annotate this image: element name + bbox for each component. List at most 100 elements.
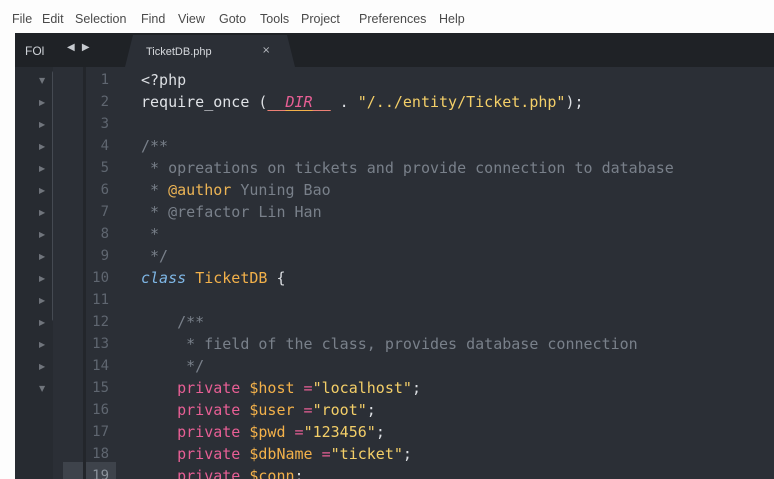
code-token: private xyxy=(141,379,250,397)
folder-collapsed-icon[interactable]: ▶ xyxy=(39,362,49,372)
code-token: /** xyxy=(141,137,169,155)
code-token: */ xyxy=(141,357,205,375)
menu-file[interactable]: File xyxy=(12,12,32,26)
code-line: private $user ="root"; xyxy=(141,399,376,421)
line-number: 3 xyxy=(100,116,109,132)
tab-bar: ◀ ▶ TicketDB.php × xyxy=(53,33,774,67)
folder-expanded-icon[interactable]: ▼ xyxy=(39,384,49,394)
sidebar-title[interactable]: FOl xyxy=(15,33,53,67)
tab-ticketdb[interactable]: TicketDB.php × xyxy=(125,35,295,67)
code-token: ; xyxy=(294,467,304,479)
code-token: * field of the class, provides database … xyxy=(141,335,638,353)
menu-help[interactable]: Help xyxy=(439,12,465,26)
code-token: /** xyxy=(141,313,205,331)
folder-collapsed-icon[interactable]: ▶ xyxy=(39,208,49,218)
code-token: "/../entity/Ticket.php" xyxy=(357,93,566,111)
folder-collapsed-icon[interactable]: ▶ xyxy=(39,252,49,262)
folder-collapsed-icon[interactable]: ▶ xyxy=(39,230,49,240)
folder-expanded-icon[interactable]: ▼ xyxy=(39,76,49,86)
folder-collapsed-icon[interactable]: ▶ xyxy=(39,296,49,306)
code-line: */ xyxy=(141,355,204,377)
line-number: 8 xyxy=(100,226,109,242)
menu-bar: File Edit Selection Find View Goto Tools… xyxy=(0,0,774,33)
line-number: 18 xyxy=(92,446,109,462)
line-number-gutter: 1 2 3 4 5 6 7 8 9 10 11 12 13 14 15 16 17 18 19 xyxy=(53,67,123,479)
code-token: */ xyxy=(141,247,169,265)
code-token: private xyxy=(141,423,250,441)
code-token: ); xyxy=(565,93,584,111)
line-number: 19 xyxy=(92,468,109,479)
code-line: private $conn; xyxy=(141,465,304,479)
menu-view[interactable]: View xyxy=(178,12,205,26)
code-token: private xyxy=(141,445,250,463)
folder-collapsed-icon[interactable]: ▶ xyxy=(39,318,49,328)
line-number: 2 xyxy=(100,94,109,110)
code-line: * opreations on tickets and provide conn… xyxy=(141,157,674,179)
menu-edit[interactable]: Edit xyxy=(42,12,64,26)
close-icon[interactable]: × xyxy=(262,45,270,56)
line-number: 17 xyxy=(92,424,109,440)
menu-preferences[interactable]: Preferences xyxy=(359,12,426,26)
line-number: 11 xyxy=(92,292,109,308)
code-token: private xyxy=(141,467,250,479)
line-number: 1 xyxy=(100,72,109,88)
folder-collapsed-icon[interactable]: ▶ xyxy=(39,120,49,130)
code-line: /** xyxy=(141,311,204,333)
tab-nav-arrows-icon[interactable]: ◀ ▶ xyxy=(67,42,92,53)
code-line: class TicketDB { xyxy=(141,267,286,289)
code-line: require_once (__DIR__ . "/../entity/Tick… xyxy=(141,91,584,113)
menu-tools[interactable]: Tools xyxy=(260,12,289,26)
code-token: * xyxy=(141,181,169,199)
folder-collapsed-icon[interactable]: ▶ xyxy=(39,164,49,174)
code-token: "ticket" xyxy=(330,445,403,463)
code-token: "localhost" xyxy=(312,379,412,397)
code-line: private $pwd ="123456"; xyxy=(141,421,385,443)
menu-project[interactable]: Project xyxy=(301,12,340,26)
line-number: 7 xyxy=(100,204,109,220)
code-line: * xyxy=(141,223,159,245)
code-token: @author xyxy=(168,181,232,199)
code-token: $user xyxy=(249,401,295,419)
code-line: /** xyxy=(141,135,168,157)
line-number: 13 xyxy=(92,336,109,352)
sidebar: FOl ▼ ▶ ▶ ▶ ▶ ▶ ▶ ▶ ▶ ▶ ▶ ▶ ▶ ▶ ▼ xyxy=(15,33,57,479)
code-line: */ xyxy=(141,245,168,267)
folder-collapsed-icon[interactable]: ▶ xyxy=(39,340,49,350)
menu-selection[interactable]: Selection xyxy=(75,12,126,26)
folder-collapsed-icon[interactable]: ▶ xyxy=(39,186,49,196)
menu-goto[interactable]: Goto xyxy=(219,12,246,26)
line-number: 14 xyxy=(92,358,109,374)
gutter-divider xyxy=(83,67,86,479)
code-line: private $dbName ="ticket"; xyxy=(141,443,412,465)
code-token: $host xyxy=(249,379,295,397)
code-token: $dbName xyxy=(249,445,313,463)
code-token: = xyxy=(294,401,313,419)
line-number: 6 xyxy=(100,182,109,198)
code-line: <?php xyxy=(141,69,186,91)
folder-collapsed-icon[interactable]: ▶ xyxy=(39,274,49,284)
line-number: 16 xyxy=(92,402,109,418)
code-line: * field of the class, provides database … xyxy=(141,333,638,355)
code-token: <?php xyxy=(141,71,187,89)
code-token: { xyxy=(267,269,286,287)
code-line: * @author Yuning Bao xyxy=(141,179,331,201)
code-line: * @refactor Lin Han xyxy=(141,201,322,223)
code-token: ; xyxy=(375,423,385,441)
folder-collapsed-icon[interactable]: ▶ xyxy=(39,142,49,152)
line-number: 10 xyxy=(92,270,109,286)
code-token: ; xyxy=(366,401,376,419)
code-token: ; xyxy=(411,379,421,397)
code-token: private xyxy=(141,401,250,419)
line-number: 5 xyxy=(100,160,109,176)
code-line: private $host ="localhost"; xyxy=(141,377,421,399)
code-token: $conn xyxy=(249,467,295,479)
code-token: TicketDB xyxy=(195,269,268,287)
menu-find[interactable]: Find xyxy=(141,12,165,26)
folder-collapsed-icon[interactable]: ▶ xyxy=(39,98,49,108)
line-number: 15 xyxy=(92,380,109,396)
editor-window: FOl ▼ ▶ ▶ ▶ ▶ ▶ ▶ ▶ ▶ ▶ ▶ ▶ ▶ ▶ ▼ ◀ ▶ Ti… xyxy=(15,33,774,479)
tab-label: TicketDB.php xyxy=(146,46,212,58)
code-token: * @refactor Lin Han xyxy=(141,203,322,221)
code-token: * opreations on tickets and provide conn… xyxy=(141,159,674,177)
code-token: __DIR__ xyxy=(267,93,331,111)
